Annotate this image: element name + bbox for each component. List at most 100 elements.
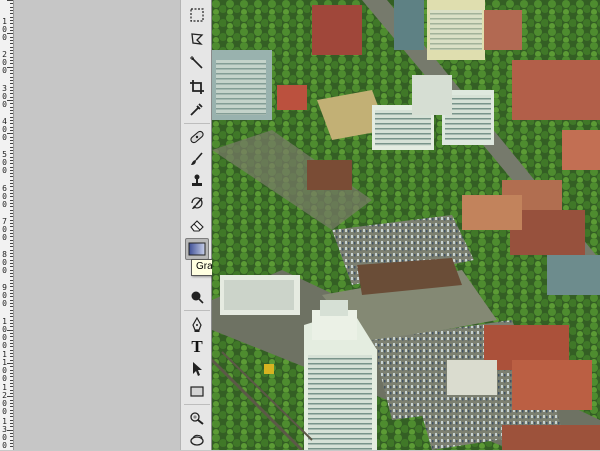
ruler-tick	[10, 147, 13, 148]
document-canvas[interactable]	[212, 0, 600, 450]
ruler-tick	[10, 293, 13, 294]
ruler-label: 3 0 0	[2, 84, 7, 109]
ruler-tick	[10, 266, 13, 267]
ruler-tick	[10, 316, 13, 317]
clone-stamp-tool[interactable]	[185, 170, 209, 192]
pasteboard	[14, 0, 180, 450]
zoom-tool[interactable]	[185, 429, 209, 451]
ruler-tick	[10, 290, 13, 291]
ruler-tick	[10, 157, 13, 158]
tool-separator	[184, 404, 210, 405]
ruler-tick	[10, 80, 13, 81]
ruler-tick	[10, 276, 13, 277]
ruler-tick	[10, 386, 13, 387]
ruler-label: 1 2 0 0	[2, 383, 7, 416]
ruler-tick	[10, 446, 13, 447]
ruler-label: 5 0 0	[2, 150, 7, 175]
ruler-tick	[10, 260, 13, 261]
tool-separator	[184, 310, 210, 311]
eraser-tool[interactable]	[185, 214, 209, 236]
dodge-icon	[191, 291, 204, 304]
ruler-tick	[10, 103, 13, 104]
ruler-tick	[10, 443, 13, 444]
dodge-tool[interactable]	[185, 286, 209, 308]
ruler-tick	[10, 233, 13, 234]
type-tool[interactable]: T	[185, 336, 209, 358]
history-brush-icon	[191, 197, 203, 209]
ruler-tick	[10, 50, 13, 51]
gradient-tool[interactable]	[185, 238, 209, 260]
ruler-tick	[10, 226, 13, 227]
ruler-tick	[10, 400, 13, 401]
ruler-tick	[10, 27, 13, 28]
ruler-tick	[10, 286, 13, 287]
ruler-tick	[10, 137, 13, 138]
ruler-tick	[10, 83, 13, 84]
type-icon: T	[191, 337, 203, 356]
brush-icon	[191, 152, 203, 165]
ruler-label: 9 0 0	[2, 283, 7, 308]
healing-brush-tool[interactable]	[185, 126, 209, 148]
ruler-tick	[10, 110, 13, 111]
ruler-tick	[10, 333, 13, 334]
history-brush-tool[interactable]	[185, 192, 209, 214]
ruler-label: 4 0 0	[2, 117, 7, 142]
stamp-icon	[192, 174, 202, 186]
ruler-tick	[10, 370, 13, 371]
ruler-tick	[10, 130, 13, 131]
ruler-tick	[10, 70, 13, 71]
vertical-ruler: 1 0 0 2 0 0 3 0 0 4 0 0 5 0 0 6 0 0 7 0 0 8 0 0…	[0, 0, 14, 450]
ruler-label: 7 0 0	[2, 217, 7, 242]
aerial-city-photo	[212, 0, 600, 450]
ruler-tick	[10, 326, 13, 327]
ruler-tick	[10, 183, 13, 184]
eyedropper-icon	[190, 103, 203, 116]
ruler-tick	[10, 303, 13, 304]
ruler-tick	[10, 7, 13, 8]
ruler-tick	[10, 73, 13, 74]
ruler-tick	[10, 360, 13, 361]
ruler-tick	[10, 150, 13, 151]
crop-tool[interactable]	[185, 76, 209, 98]
crop-icon	[190, 80, 204, 94]
ruler-tick	[10, 420, 13, 421]
ruler-tick	[10, 143, 13, 144]
ruler-tick	[10, 203, 13, 204]
rectangle-icon	[190, 386, 204, 397]
ruler-tick	[10, 23, 13, 24]
ruler-tick	[10, 346, 13, 347]
lasso-tool[interactable]	[185, 28, 209, 50]
rectangle-shape-tool[interactable]	[185, 380, 209, 402]
ruler-tick	[10, 423, 13, 424]
ruler-tick	[10, 356, 13, 357]
ruler-tick	[10, 20, 13, 21]
rectangular-marquee-tool[interactable]	[185, 4, 209, 26]
ruler-tick	[10, 93, 13, 94]
ruler-tick	[10, 43, 13, 44]
ruler-tick	[10, 296, 13, 297]
ruler-label: 1 1 0 0	[2, 350, 7, 383]
ruler-tick	[10, 113, 13, 114]
ruler-tick	[10, 3, 13, 4]
magic-wand-tool[interactable]	[185, 52, 209, 74]
ruler-tick	[10, 193, 13, 194]
ruler-tick	[10, 107, 13, 108]
ruler-tick	[10, 253, 13, 254]
tool-separator	[184, 123, 210, 124]
brush-tool[interactable]	[185, 148, 209, 170]
ruler-tick	[10, 57, 13, 58]
ruler-tick	[10, 210, 13, 211]
ruler-tick	[10, 380, 13, 381]
ruler-tick	[10, 263, 13, 264]
notes-tool[interactable]	[185, 407, 209, 429]
ruler-tick	[10, 273, 13, 274]
path-selection-tool[interactable]	[185, 358, 209, 380]
ruler-tick	[10, 350, 13, 351]
eyedropper-tool[interactable]	[185, 98, 209, 120]
ruler-tick	[10, 270, 13, 271]
ruler-tick	[10, 240, 13, 241]
ruler-tick	[10, 376, 13, 377]
ruler-tick	[10, 127, 13, 128]
pen-tool[interactable]	[185, 314, 209, 336]
ruler-tick	[10, 413, 13, 414]
